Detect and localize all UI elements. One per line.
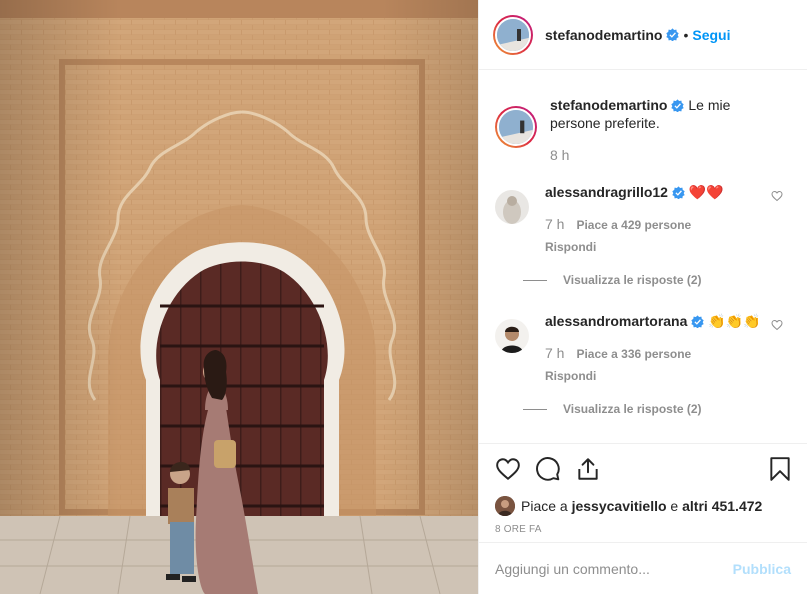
post-dialog: stefanodemartino • Segui stefanodemartin… bbox=[0, 0, 807, 594]
comment-text: ❤️❤️ bbox=[688, 184, 724, 200]
comment-like-heart-icon[interactable] bbox=[771, 319, 783, 331]
verified-badge-icon bbox=[672, 186, 685, 199]
bookmark-icon bbox=[770, 457, 790, 481]
post-side-panel: stefanodemartino • Segui stefanodemartin… bbox=[478, 0, 807, 594]
verified-badge-icon bbox=[691, 315, 705, 328]
comment-input[interactable] bbox=[495, 560, 733, 577]
likes-count[interactable]: altri 451.472 bbox=[682, 498, 762, 514]
likes-prefix: Piace a bbox=[521, 498, 572, 514]
avatar-image bbox=[495, 190, 529, 224]
comment-username[interactable]: alessandragrillo12 bbox=[545, 184, 668, 200]
avatar-image bbox=[495, 319, 529, 353]
add-comment-bar: Pubblica bbox=[479, 542, 807, 594]
post-photo bbox=[0, 0, 478, 594]
avatar-image bbox=[495, 496, 515, 516]
like-button[interactable] bbox=[495, 456, 521, 482]
view-replies-button[interactable]: Visualizza le risposte (2) bbox=[523, 402, 791, 416]
follow-button[interactable]: Segui bbox=[692, 27, 730, 43]
view-replies-label: Visualizza le risposte (2) bbox=[563, 402, 702, 416]
post-header: stefanodemartino • Segui bbox=[479, 0, 807, 70]
replies-line bbox=[523, 279, 547, 281]
author-avatar[interactable] bbox=[493, 14, 533, 55]
share-icon bbox=[578, 458, 598, 480]
likes-middle: e bbox=[666, 498, 683, 514]
avatar-image bbox=[497, 18, 529, 51]
comments-list[interactable]: stefanodemartino Le mie persone preferit… bbox=[479, 71, 807, 443]
caption-avatar-image bbox=[499, 110, 533, 144]
comment-time[interactable]: 7 h bbox=[545, 214, 564, 234]
comment-avatar[interactable] bbox=[495, 190, 529, 224]
post-timestamp[interactable]: 8 ore fa bbox=[495, 524, 791, 535]
caption: stefanodemartino Le mie persone preferit… bbox=[495, 96, 791, 164]
liker-username[interactable]: jessycavitiello bbox=[572, 498, 667, 514]
share-button[interactable] bbox=[575, 456, 601, 482]
header-separator: • bbox=[683, 26, 689, 43]
view-replies-label: Visualizza le risposte (2) bbox=[563, 273, 702, 287]
comment-likes[interactable]: Piace a 336 persone bbox=[576, 344, 691, 364]
comment-text: 👏👏👏 bbox=[708, 313, 761, 329]
comment-item: alessandragrillo12 ❤️❤️ 7 h Piace a 429 … bbox=[495, 182, 791, 257]
action-bar: Piace a jessycavitiello e altri 451.472 … bbox=[479, 443, 807, 535]
comment-item: alessandromartorana 👏👏👏 7 h Piace a 336 … bbox=[495, 311, 791, 386]
reply-button[interactable]: Rispondi bbox=[545, 366, 765, 386]
caption-time[interactable]: 8 h bbox=[550, 146, 770, 164]
replies-line bbox=[523, 408, 547, 410]
comment-likes[interactable]: Piace a 429 persone bbox=[576, 215, 691, 235]
verified-badge-icon bbox=[671, 99, 685, 112]
caption-avatar[interactable] bbox=[495, 106, 537, 148]
view-replies-button[interactable]: Visualizza le risposte (2) bbox=[523, 273, 791, 287]
comment-avatar[interactable] bbox=[495, 319, 529, 353]
reply-button[interactable]: Rispondi bbox=[545, 237, 765, 257]
comment-time[interactable]: 7 h bbox=[545, 343, 564, 363]
post-image[interactable] bbox=[0, 0, 478, 594]
heart-icon bbox=[496, 458, 520, 481]
comment-icon bbox=[536, 457, 560, 481]
verified-badge-icon bbox=[666, 28, 680, 41]
author-username[interactable]: stefanodemartino bbox=[545, 27, 662, 43]
comment-like-heart-icon[interactable] bbox=[771, 190, 783, 202]
caption-username[interactable]: stefanodemartino bbox=[550, 97, 667, 113]
likes-summary: Piace a jessycavitiello e altri 451.472 bbox=[495, 494, 791, 518]
comment-button[interactable] bbox=[535, 456, 561, 482]
save-button[interactable] bbox=[769, 456, 791, 482]
comment-username[interactable]: alessandromartorana bbox=[545, 313, 687, 329]
publish-button[interactable]: Pubblica bbox=[733, 561, 791, 577]
liker-avatar[interactable] bbox=[495, 496, 515, 516]
